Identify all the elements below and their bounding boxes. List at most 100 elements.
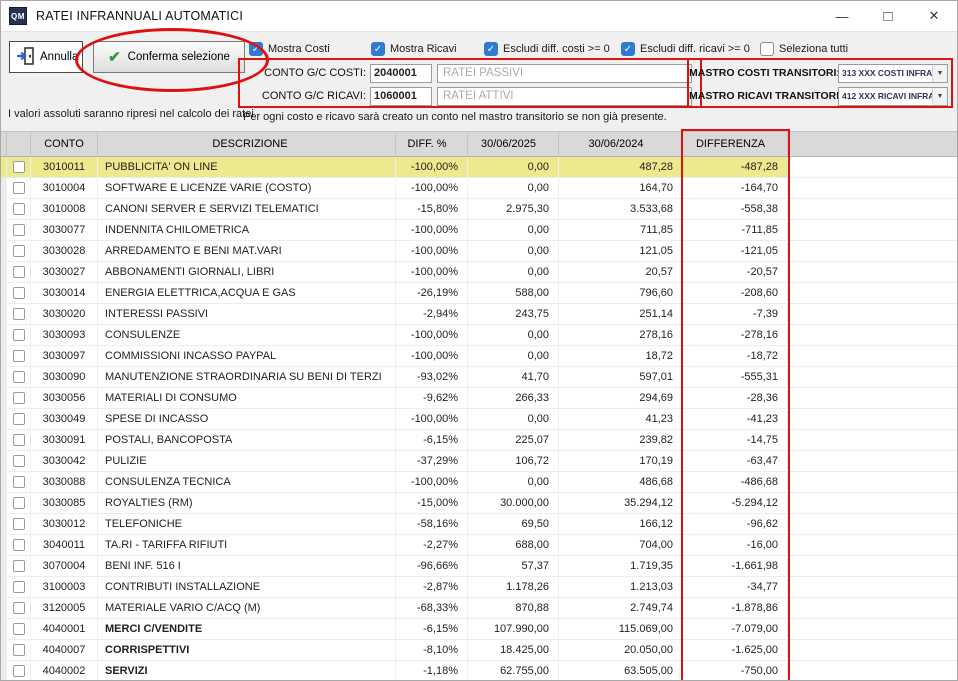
cell-conto[interactable]: 3030077 <box>31 220 98 240</box>
minimize-button[interactable]: — <box>819 1 865 31</box>
cell-descrizione[interactable]: MATERIALE VARIO C/ACQ (M) <box>98 598 396 618</box>
cell-30-06-2025[interactable]: 106,72 <box>468 451 559 471</box>
cell-conto[interactable]: 3030028 <box>31 241 98 261</box>
cell-conto[interactable]: 3010008 <box>31 199 98 219</box>
cell-30-06-2025[interactable]: 0,00 <box>468 262 559 282</box>
cell-30-06-2025[interactable]: 266,33 <box>468 388 559 408</box>
cell-descrizione[interactable]: CANONI SERVER E SERVIZI TELEMATICI <box>98 199 396 219</box>
row-checkbox[interactable] <box>13 518 25 530</box>
maximize-button[interactable]: □ <box>865 1 911 31</box>
cell-30-06-2025[interactable]: 243,75 <box>468 304 559 324</box>
cell-descrizione[interactable]: CONSULENZE <box>98 325 396 345</box>
cell-30-06-2024[interactable]: 1.213,03 <box>559 577 683 597</box>
cell-diff[interactable]: -26,19% <box>396 283 468 303</box>
cell-30-06-2025[interactable]: 688,00 <box>468 535 559 555</box>
row-checkbox[interactable] <box>13 245 25 257</box>
cell-conto[interactable]: 4040001 <box>31 619 98 639</box>
filter-checkbox-escludi-diff-costi-0[interactable]: ✓Escludi diff. costi >= 0 <box>484 42 621 56</box>
cell-diff[interactable]: -6,15% <box>396 619 468 639</box>
cell-30-06-2025[interactable]: 870,88 <box>468 598 559 618</box>
cell-diff[interactable]: -96,66% <box>396 556 468 576</box>
cell-descrizione[interactable]: MANUTENZIONE STRAORDINARIA SU BENI DI TE… <box>98 367 396 387</box>
conto-costi-input[interactable] <box>370 64 432 83</box>
cell-30-06-2025[interactable]: 225,07 <box>468 430 559 450</box>
cell-conto[interactable]: 3030027 <box>31 262 98 282</box>
cell-30-06-2024[interactable]: 115.069,00 <box>559 619 683 639</box>
cell-conto[interactable]: 3030090 <box>31 367 98 387</box>
conferma-selezione-button[interactable]: ✔ Conferma selezione <box>93 41 245 73</box>
cell-descrizione[interactable]: ROYALTIES (RM) <box>98 493 396 513</box>
cell-30-06-2024[interactable]: 41,23 <box>559 409 683 429</box>
cell-diff[interactable]: -15,00% <box>396 493 468 513</box>
cell-differenza[interactable]: -278,16 <box>683 325 788 345</box>
cell-diff[interactable]: -37,29% <box>396 451 468 471</box>
cell-30-06-2024[interactable]: 597,01 <box>559 367 683 387</box>
cell-differenza[interactable]: -164,70 <box>683 178 788 198</box>
cell-differenza[interactable]: -34,77 <box>683 577 788 597</box>
cell-differenza[interactable]: -28,36 <box>683 388 788 408</box>
cell-differenza[interactable]: -96,62 <box>683 514 788 534</box>
cell-30-06-2024[interactable]: 20,57 <box>559 262 683 282</box>
cell-descrizione[interactable]: ENERGIA ELETTRICA,ACQUA E GAS <box>98 283 396 303</box>
cell-30-06-2024[interactable]: 3.533,68 <box>559 199 683 219</box>
cell-differenza[interactable]: -1.625,00 <box>683 640 788 660</box>
cell-30-06-2024[interactable]: 251,14 <box>559 304 683 324</box>
row-checkbox[interactable] <box>13 623 25 635</box>
cell-30-06-2025[interactable]: 0,00 <box>468 472 559 492</box>
cell-diff[interactable]: -100,00% <box>396 472 468 492</box>
row-checkbox[interactable] <box>13 350 25 362</box>
checkbox-icon[interactable]: ✓ <box>249 42 263 56</box>
cell-diff[interactable]: -15,80% <box>396 199 468 219</box>
cell-descrizione[interactable]: CONTRIBUTI INSTALLAZIONE <box>98 577 396 597</box>
cell-30-06-2024[interactable]: 239,82 <box>559 430 683 450</box>
cell-diff[interactable]: -2,94% <box>396 304 468 324</box>
checkbox-icon[interactable]: ✓ <box>371 42 385 56</box>
cell-diff[interactable]: -100,00% <box>396 241 468 261</box>
row-checkbox[interactable] <box>13 539 25 551</box>
cell-diff[interactable]: -8,10% <box>396 640 468 660</box>
cell-30-06-2025[interactable]: 62.755,00 <box>468 661 559 681</box>
row-checkbox[interactable] <box>13 413 25 425</box>
cell-differenza[interactable]: -121,05 <box>683 241 788 261</box>
cell-differenza[interactable]: -18,72 <box>683 346 788 366</box>
cell-30-06-2024[interactable]: 164,70 <box>559 178 683 198</box>
cell-30-06-2024[interactable]: 294,69 <box>559 388 683 408</box>
cell-30-06-2025[interactable]: 0,00 <box>468 241 559 261</box>
cell-30-06-2024[interactable]: 1.719,35 <box>559 556 683 576</box>
cell-30-06-2025[interactable]: 2.975,30 <box>468 199 559 219</box>
cell-conto[interactable]: 3030042 <box>31 451 98 471</box>
cell-descrizione[interactable]: TELEFONICHE <box>98 514 396 534</box>
checkbox-icon[interactable]: ✓ <box>621 42 635 56</box>
cell-30-06-2024[interactable]: 704,00 <box>559 535 683 555</box>
cell-diff[interactable]: -100,00% <box>396 157 468 177</box>
cell-diff[interactable]: -100,00% <box>396 346 468 366</box>
cell-differenza[interactable]: -7,39 <box>683 304 788 324</box>
row-checkbox[interactable] <box>13 266 25 278</box>
filter-checkbox-seleziona-tutti[interactable]: Seleziona tutti <box>760 42 848 56</box>
cell-conto[interactable]: 3120005 <box>31 598 98 618</box>
cell-30-06-2024[interactable]: 121,05 <box>559 241 683 261</box>
cell-descrizione[interactable]: POSTALI, BANCOPOSTA <box>98 430 396 450</box>
filter-checkbox-mostra-costi[interactable]: ✓Mostra Costi <box>249 42 371 56</box>
row-checkbox[interactable] <box>13 455 25 467</box>
cell-30-06-2025[interactable]: 18.425,00 <box>468 640 559 660</box>
cell-30-06-2025[interactable]: 57,37 <box>468 556 559 576</box>
row-checkbox[interactable] <box>13 329 25 341</box>
cell-30-06-2025[interactable]: 0,00 <box>468 409 559 429</box>
cell-30-06-2025[interactable]: 0,00 <box>468 220 559 240</box>
cell-descrizione[interactable]: PULIZIE <box>98 451 396 471</box>
header-differenza[interactable]: DIFFERENZA <box>683 132 788 156</box>
cell-descrizione[interactable]: INDENNITA CHILOMETRICA <box>98 220 396 240</box>
row-checkbox[interactable] <box>13 665 25 677</box>
cell-differenza[interactable]: -20,57 <box>683 262 788 282</box>
cell-descrizione[interactable]: BENI INF. 516 I <box>98 556 396 576</box>
cell-diff[interactable]: -93,02% <box>396 367 468 387</box>
cell-diff[interactable]: -100,00% <box>396 178 468 198</box>
cell-conto[interactable]: 3010011 <box>31 157 98 177</box>
cell-diff[interactable]: -100,00% <box>396 409 468 429</box>
cell-30-06-2025[interactable]: 588,00 <box>468 283 559 303</box>
cell-differenza[interactable]: -14,75 <box>683 430 788 450</box>
cell-30-06-2024[interactable]: 487,28 <box>559 157 683 177</box>
cell-conto[interactable]: 3030091 <box>31 430 98 450</box>
row-checkbox[interactable] <box>13 434 25 446</box>
